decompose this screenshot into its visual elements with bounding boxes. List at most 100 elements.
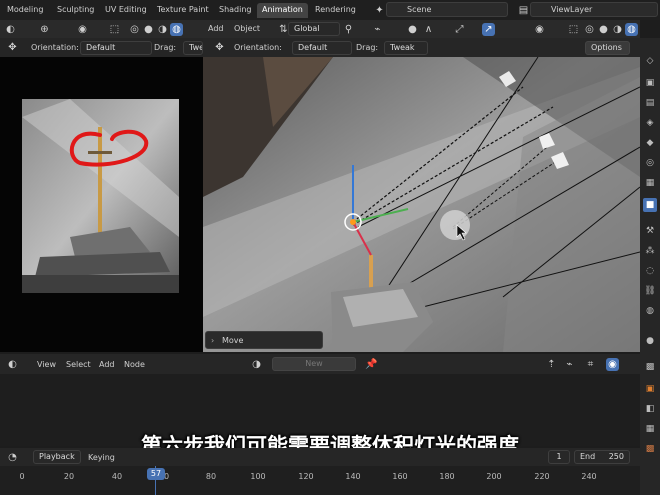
end-label: End xyxy=(580,452,596,461)
timeline-header: ◔ Playback Keying 1 End 250 xyxy=(0,448,640,466)
tab-animation[interactable]: Animation xyxy=(257,3,308,18)
keying-menu[interactable]: Keying xyxy=(88,453,115,462)
material-icon[interactable]: ● xyxy=(643,334,657,348)
constraints-icon[interactable]: ⛓ xyxy=(643,284,657,298)
rendered-shading-icon[interactable]: ◍ xyxy=(625,23,638,36)
object-properties-icon[interactable]: ■ xyxy=(643,198,657,212)
gizmo-icon[interactable]: ⬚ xyxy=(108,23,121,36)
ruler-tick: 220 xyxy=(534,472,550,481)
new-material-button[interactable]: New xyxy=(272,357,356,371)
node-menu-node[interactable]: Node xyxy=(124,360,145,369)
ruler-tick: 180 xyxy=(439,472,455,481)
wireframe-shading-icon[interactable]: ◎ xyxy=(583,23,596,36)
viewport-3d[interactable]: › Move xyxy=(203,57,640,352)
view-icon[interactable]: ⊕ xyxy=(38,23,51,36)
tool-properties-icon[interactable]: ◇ xyxy=(643,54,657,68)
node-editor-header: ◐ View Select Add Node ◑ New 📌 ⇡ ⌁ ⌗ ◉ xyxy=(0,354,640,374)
output-properties-icon[interactable]: ▤ xyxy=(643,96,657,110)
snap-node-icon[interactable]: ⌁ xyxy=(563,358,576,371)
top-bar: Modeling Sculpting UV Editing Texture Pa… xyxy=(0,0,660,20)
data-icon[interactable]: ◍ xyxy=(643,304,657,318)
particles-icon[interactable]: ⁂ xyxy=(643,244,657,258)
shading-solid-icon[interactable]: ● xyxy=(142,23,155,36)
node-menu-add[interactable]: Add xyxy=(99,360,115,369)
collection-icon[interactable]: ▦ xyxy=(643,176,657,190)
snap-icon[interactable]: ⌁ xyxy=(371,23,384,36)
viewport-scene xyxy=(203,57,640,352)
tab-uv-editing[interactable]: UV Editing xyxy=(100,3,152,18)
snap-target-icon[interactable]: ⌗ xyxy=(584,358,597,371)
viewport-header: Add Object ⇅ Global ⚲ ⌁ ● ∧ ⤢ ↗ ◉ ⬚ ◎ ● … xyxy=(203,20,640,38)
scene-properties-icon[interactable]: ◆ xyxy=(643,136,657,150)
parent-node-icon[interactable]: ⇡ xyxy=(545,358,558,371)
end-frame-value: 250 xyxy=(608,452,624,461)
tab-texture-paint[interactable]: Texture Paint xyxy=(152,3,214,18)
shader-type-icon[interactable]: ◑ xyxy=(250,358,263,371)
viewport-orientation-label: Orientation: xyxy=(234,43,282,52)
overlay-node-icon[interactable]: ◉ xyxy=(606,358,619,371)
playback-label: Playback xyxy=(39,452,75,461)
end-frame-field[interactable]: End 250 xyxy=(574,450,630,464)
start-frame-field[interactable]: 1 xyxy=(548,450,570,464)
render-properties-icon[interactable]: ▣ xyxy=(643,76,657,90)
scene-icon[interactable]: ✦ xyxy=(373,4,386,17)
ruler-tick: 240 xyxy=(581,472,597,481)
falloff-icon[interactable]: ∧ xyxy=(422,23,435,36)
shading-material-icon[interactable]: ◑ xyxy=(156,23,169,36)
texture-icon[interactable]: ▩ xyxy=(643,360,657,374)
world-properties-icon[interactable]: ◎ xyxy=(643,156,657,170)
ruler-tick: 160 xyxy=(392,472,408,481)
drag-dropdown[interactable]: Twe xyxy=(183,41,203,55)
tab-modeling[interactable]: Modeling xyxy=(2,3,48,18)
current-frame-indicator[interactable]: 57 xyxy=(147,468,165,480)
select-mode-icon[interactable]: ↗ xyxy=(482,23,495,36)
material-shading-icon[interactable]: ◑ xyxy=(611,23,624,36)
viewlayer-icon[interactable]: ▤ xyxy=(517,4,530,17)
ruler-tick: 120 xyxy=(298,472,314,481)
viewlayer-selector[interactable]: ViewLayer xyxy=(530,2,658,17)
playback-menu[interactable]: Playback xyxy=(33,450,81,464)
shader-fx-icon[interactable]: ◧ xyxy=(643,402,657,416)
shading-rendered-icon[interactable]: ◍ xyxy=(170,23,183,36)
node-editor-type-icon[interactable]: ◐ xyxy=(6,358,19,371)
menu-object[interactable]: Object xyxy=(234,24,260,33)
viewport-orientation-value: Default xyxy=(298,43,328,52)
transform-space-dropdown[interactable]: Global xyxy=(288,22,340,36)
viewport-orientation-dropdown[interactable]: Default xyxy=(292,41,352,55)
wireframe-icon[interactable]: ◎ xyxy=(128,23,141,36)
proportional-icon[interactable]: ● xyxy=(406,23,419,36)
solid-shading-icon[interactable]: ● xyxy=(597,23,610,36)
editor-type-icon[interactable]: ◐ xyxy=(4,23,17,36)
modifier-icon[interactable]: ⚒ xyxy=(643,224,657,238)
physics-icon[interactable]: ◌ xyxy=(643,264,657,278)
viewport-drag-label: Drag: xyxy=(356,43,379,52)
timeline-type-icon[interactable]: ◔ xyxy=(6,451,19,464)
orientation-dropdown[interactable]: Default xyxy=(80,41,152,55)
cursor-icon[interactable]: ⤢ xyxy=(453,23,466,36)
reference-image xyxy=(22,99,179,293)
tab-sculpting[interactable]: Sculpting xyxy=(52,3,99,18)
pin-icon[interactable]: 📌 xyxy=(365,358,378,371)
visibility-icon[interactable]: ◉ xyxy=(533,23,546,36)
panel-chevron-icon: › xyxy=(211,336,215,345)
move-tool-icon[interactable]: ✥ xyxy=(213,41,226,54)
properties-sidebar: ◇ ▣ ▤ ◈ ◆ ◎ ▦ ■ ⚒ ⁂ ◌ ⛓ ◍ ● ▩ ▣ ◧ ▦ ▩ xyxy=(640,38,660,495)
ruler-tick: 140 xyxy=(345,472,361,481)
overlay-icon[interactable]: ◉ xyxy=(76,23,89,36)
start-frame-value: 1 xyxy=(556,452,562,461)
tab-shading[interactable]: Shading xyxy=(214,3,257,18)
last-operator-panel[interactable]: › Move xyxy=(205,331,323,349)
move-tool-icon[interactable]: ✥ xyxy=(6,41,19,54)
node-menu-select[interactable]: Select xyxy=(66,360,91,369)
scene-selector[interactable]: Scene xyxy=(386,2,508,17)
xray-icon[interactable]: ⬚ xyxy=(567,23,580,36)
menu-add[interactable]: Add xyxy=(208,24,224,33)
viewport-drag-dropdown[interactable]: Tweak xyxy=(384,41,428,55)
options-button[interactable]: Options xyxy=(585,41,630,55)
pivot-icon[interactable]: ⚲ xyxy=(342,23,355,36)
node-menu-view[interactable]: View xyxy=(37,360,56,369)
view-layer-icon[interactable]: ◈ xyxy=(643,116,657,130)
tab-rendering[interactable]: Rendering xyxy=(310,3,361,18)
output-icon[interactable]: ▣ xyxy=(643,382,657,396)
options-label: Options xyxy=(591,43,622,52)
